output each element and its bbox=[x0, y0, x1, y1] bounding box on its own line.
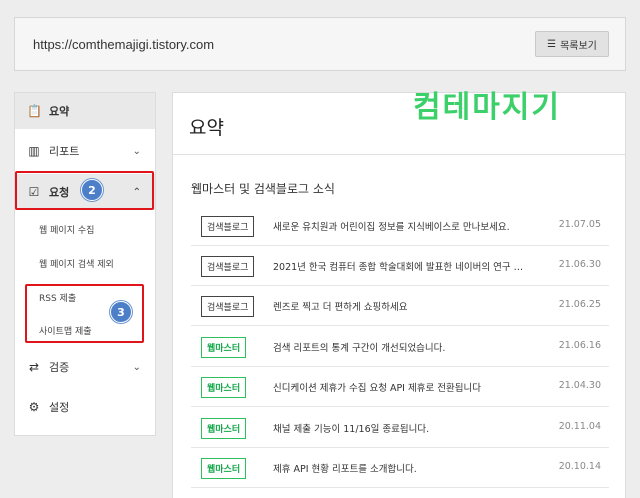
sidebar-item-settings[interactable]: ⚙ 설정 bbox=[15, 389, 155, 425]
news-date: 21.06.25 bbox=[558, 299, 601, 310]
news-row[interactable]: 검색블로그 렌즈로 찍고 더 편하게 쇼핑하세요 21.06.25 bbox=[191, 286, 609, 326]
news-title[interactable]: 제휴 API 현황 리포트를 소개합니다. bbox=[273, 461, 543, 475]
chevron-down-icon: ⌄ bbox=[132, 361, 141, 373]
news-title[interactable]: 2021년 한국 컴퓨터 종합 학술대회에 발표한 네이버의 연구 … bbox=[273, 259, 543, 273]
sidebar-item-label: 설정 bbox=[49, 401, 70, 414]
news-row[interactable]: 웹마스터 신디케이션 제휴가 수집 요청 API 제휴로 전환됩니다 21.04… bbox=[191, 367, 609, 407]
step-badge-3: 3 bbox=[110, 301, 132, 323]
news-date: 21.06.16 bbox=[558, 340, 601, 351]
sidebar-item-label: 리포트 bbox=[49, 145, 80, 158]
sidebar-item-summary[interactable]: 📋 요약 bbox=[15, 93, 155, 129]
watermark-logo: 컴테마지기 bbox=[413, 90, 561, 125]
sidebar-subitem-page-collect[interactable]: 웹 페이지 수집 bbox=[39, 223, 94, 236]
sidebar-item-verify[interactable]: ⇄ 검증 ⌄ bbox=[15, 349, 155, 385]
sidebar-item-label: 검증 bbox=[49, 361, 70, 374]
news-row[interactable]: 검색블로그 2021년 한국 컴퓨터 종합 학술대회에 발표한 네이버의 연구 … bbox=[191, 246, 609, 286]
news-title[interactable]: 새로운 유치원과 어린이집 정보를 지식베이스로 만나보세요. bbox=[273, 219, 543, 233]
divider bbox=[173, 154, 625, 155]
news-row[interactable]: 검색블로그 새로운 유치원과 어린이집 정보를 지식베이스로 만나보세요. 21… bbox=[191, 206, 609, 246]
address-bar: https://comthemajigi.tistory.com ☰ 목록보기 bbox=[14, 17, 626, 71]
clipboard-icon: 📋 bbox=[27, 104, 42, 118]
list-view-label: 목록보기 bbox=[560, 40, 597, 52]
swap-icon: ⇄ bbox=[28, 360, 40, 374]
sidebar-item-report[interactable]: ▥ 리포트 ⌄ bbox=[15, 133, 155, 169]
gear-icon: ⚙ bbox=[28, 400, 40, 414]
news-tag: 웹마스터 bbox=[201, 377, 247, 398]
summary-panel: 요약 웹마스터 및 검색블로그 소식 검색블로그 새로운 유치원과 어린이집 정… bbox=[172, 92, 626, 498]
news-section-title: 웹마스터 및 검색블로그 소식 bbox=[191, 182, 335, 196]
news-row[interactable]: 웹마스터 검색 리포트의 통계 구간이 개선되었습니다. 21.06.16 bbox=[191, 327, 609, 367]
news-row[interactable]: 웹마스터 제휴 API 현황 리포트를 소개합니다. 20.10.14 bbox=[191, 448, 609, 488]
news-date: 20.11.04 bbox=[558, 421, 601, 432]
sidebar-item-label: 요약 bbox=[49, 105, 70, 118]
news-tag: 웹마스터 bbox=[201, 337, 247, 358]
news-date: 21.04.30 bbox=[558, 380, 601, 391]
news-date: 20.10.14 bbox=[558, 461, 601, 472]
news-title[interactable]: 검색 리포트의 통계 구간이 개선되었습니다. bbox=[273, 340, 543, 354]
sidebar-subitem-page-exclude[interactable]: 웹 페이지 검색 제외 bbox=[39, 257, 114, 270]
chevron-down-icon: ⌄ bbox=[132, 145, 141, 157]
sidebar-nav: 📋 요약 ▥ 리포트 ⌄ ☑ 요청 ⌃ 웹 페이지 수집 웹 페이지 검색 제외… bbox=[14, 92, 156, 436]
news-tag: 웹마스터 bbox=[201, 418, 247, 439]
page-title: 요약 bbox=[189, 117, 224, 139]
step-badge-2: 2 bbox=[81, 179, 103, 201]
news-date: 21.06.30 bbox=[558, 259, 601, 270]
news-title[interactable]: 렌즈로 찍고 더 편하게 쇼핑하세요 bbox=[273, 299, 543, 313]
bar-chart-icon: ▥ bbox=[28, 144, 40, 158]
news-tag: 검색블로그 bbox=[201, 216, 255, 237]
news-row[interactable]: 웹마스터 채널 제출 기능이 11/16일 종료됩니다. 20.11.04 bbox=[191, 408, 609, 448]
news-tag: 웹마스터 bbox=[201, 458, 247, 479]
news-title[interactable]: 채널 제출 기능이 11/16일 종료됩니다. bbox=[273, 421, 543, 435]
site-url[interactable]: https://comthemajigi.tistory.com bbox=[33, 37, 214, 52]
list-icon: ☰ bbox=[547, 38, 557, 50]
news-tag: 검색블로그 bbox=[201, 256, 255, 277]
list-view-button[interactable]: ☰ 목록보기 bbox=[535, 31, 609, 57]
news-title[interactable]: 신디케이션 제휴가 수집 요청 API 제휴로 전환됩니다 bbox=[273, 380, 543, 394]
news-date: 21.07.05 bbox=[558, 219, 601, 230]
news-tag: 검색블로그 bbox=[201, 296, 255, 317]
